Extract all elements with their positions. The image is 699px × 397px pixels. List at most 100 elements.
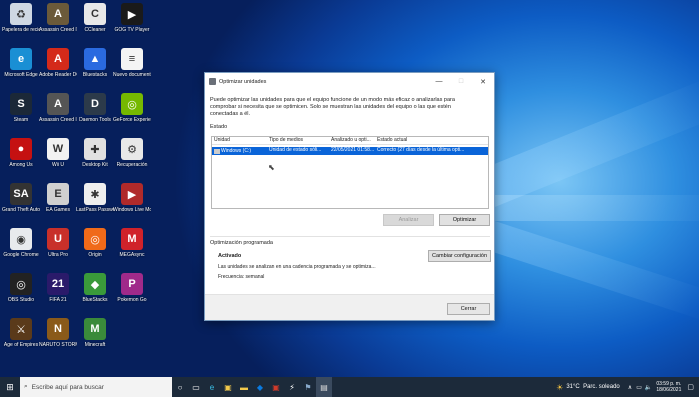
desktop-icon[interactable]: ◎ OBS Studio <box>2 273 40 303</box>
app-icon: C <box>84 3 106 25</box>
app3-taskbar-icon[interactable]: ⚑ <box>300 377 316 397</box>
desktop-icon[interactable]: ♻ Papelera de reciclaje <box>2 3 40 33</box>
status-label: Estado <box>210 124 228 130</box>
desktop-icon[interactable]: E EA Games <box>39 183 77 213</box>
col-drive[interactable]: Unidad <box>212 137 267 144</box>
notifications-icon[interactable]: ▢ <box>687 383 694 391</box>
desktop-icon[interactable]: ≡ Nuevo documento <box>113 48 151 78</box>
scheduled-title: Optimización programada <box>210 240 273 246</box>
status-cell: Correcto (27 días desde la última opti..… <box>377 147 465 153</box>
analyze-button[interactable]: Analizar <box>383 214 434 226</box>
desktop-icon-label: Assassin Creed II <box>39 117 77 123</box>
desktop-icon[interactable]: A Adobe Reader DC <box>39 48 77 78</box>
app-icon: ⚙ <box>121 138 143 160</box>
desktop-icon[interactable]: A Assassin Creed IV <box>39 3 77 33</box>
desktop-icon[interactable]: ◉ Google Chrome <box>2 228 40 258</box>
desktop-icon[interactable]: ⚔ Age of Empires <box>2 318 40 348</box>
defrag-icon <box>209 78 216 85</box>
defrag-taskbar-icon[interactable]: ▤ <box>316 377 332 397</box>
app2-taskbar-icon[interactable]: ⚡ <box>284 377 300 397</box>
desktop-icon[interactable]: ◆ BlueStacks <box>76 273 114 303</box>
app-icon: W <box>47 138 69 160</box>
drive-icon <box>214 148 220 154</box>
cortana-icon[interactable]: ○ <box>172 377 188 397</box>
volume-icon[interactable]: 🔈 <box>645 384 652 391</box>
desktop-icon[interactable]: ✚ Desktop Kit <box>76 138 114 168</box>
desktop-icon-label: Grand Theft Auto SA <box>2 207 40 213</box>
maximize-button[interactable]: □ <box>450 73 472 90</box>
desktop-icon-label: FIFA 21 <box>49 297 67 303</box>
desktop-icon-label: Adobe Reader DC <box>39 72 77 78</box>
desktop-icon[interactable]: e Microsoft Edge <box>2 48 40 78</box>
desktop-icon-label: Daemon Tools <box>79 117 111 123</box>
desktop-icon[interactable]: P Pokemon Go <box>113 273 151 303</box>
scheduled-description: Las unidades se analizan en una cadencia… <box>218 264 376 270</box>
desktop-icon[interactable]: C CCleaner <box>76 3 114 33</box>
minimize-button[interactable]: — <box>428 73 450 90</box>
close-button[interactable]: Cerrar <box>447 303 490 315</box>
desktop-icon-label: Microsoft Edge <box>4 72 38 78</box>
app-icon: A <box>47 3 69 25</box>
col-last-analyzed[interactable]: Analizado u opti... <box>329 137 375 144</box>
taskbar-search[interactable]: ⌕ Escribe aquí para buscar <box>20 377 172 397</box>
desktop-icon[interactable]: M MEGAsync <box>113 228 151 258</box>
desktop-icon[interactable]: ⚙ Recuperación <box>113 138 151 168</box>
desktop-icon-label: Windows Live Movie <box>113 207 151 213</box>
desktop-icon-label: NARUTO STORM <box>39 342 77 348</box>
desktop-icon[interactable]: ✱ LastPass Password <box>76 183 114 213</box>
desktop-icon[interactable]: ▲ Bluestacks <box>76 48 114 78</box>
store-taskbar-icon[interactable]: ▣ <box>220 377 236 397</box>
desktop-icon[interactable]: U Ultra Pro <box>39 228 77 258</box>
desktop-icon-label: LastPass Password <box>76 207 114 213</box>
desktop-icon-label: Steam <box>13 117 29 123</box>
app-icon: e <box>10 48 32 70</box>
col-media-type[interactable]: Tipo de medios <box>267 137 329 144</box>
app-icon: ● <box>10 138 32 160</box>
desktop-icon[interactable]: N NARUTO STORM <box>39 318 77 348</box>
desktop-icon-label: Assassin Creed IV <box>39 27 77 33</box>
app-icon: E <box>47 183 69 205</box>
desktop-icon-label: Nuevo documento <box>113 72 151 78</box>
app-icon: ▲ <box>84 48 106 70</box>
desktop-icon[interactable]: W Wii U <box>39 138 77 168</box>
app-icon: U <box>47 228 69 250</box>
desktop-icon[interactable]: ● Among Us <box>2 138 40 168</box>
tray-chevron-icon[interactable]: ∧ <box>628 384 632 391</box>
app-icon: ▶ <box>121 183 143 205</box>
desktop-icon[interactable]: ▶ Windows Live Movie <box>113 183 151 213</box>
app-taskbar-icon[interactable]: ▣ <box>268 377 284 397</box>
desktop-icon[interactable]: 21 FIFA 21 <box>39 273 77 303</box>
desktop-icon-label: Recuperación <box>116 162 148 168</box>
start-button[interactable]: ⊞ <box>0 377 20 397</box>
file-explorer-icon[interactable]: ▬ <box>236 377 252 397</box>
col-status[interactable]: Estado actual <box>375 137 485 144</box>
app-icon: D <box>84 93 106 115</box>
optimize-drives-window: Optimizar unidades — □ ✕ Puede optimizar… <box>204 72 495 321</box>
close-window-button[interactable]: ✕ <box>472 73 494 90</box>
weather-text[interactable]: 31°C Parc. soleado <box>566 384 619 390</box>
desktop-icon[interactable]: ◎ GeForce Experience <box>113 93 151 123</box>
desktop-icon[interactable]: M Minecraft <box>76 318 114 348</box>
task-view-icon[interactable]: ▭ <box>188 377 204 397</box>
network-icon[interactable]: ▭ <box>636 384 642 391</box>
change-settings-button[interactable]: Cambiar configuración <box>428 250 491 262</box>
clock[interactable]: 03:59 p. m. 18/06/2021 <box>656 381 681 393</box>
app-icon: A <box>47 48 69 70</box>
desktop-icon[interactable]: D Daemon Tools <box>76 93 114 123</box>
desktop-icon[interactable]: ◎ Origin <box>76 228 114 258</box>
desktop-icon[interactable]: ▶ GOG TV Player <box>113 3 151 33</box>
drives-list[interactable]: Unidad Tipo de medios Analizado u opti..… <box>211 136 489 209</box>
desktop-icon-label: Pokemon Go <box>117 297 147 303</box>
desktop-icon-label: Origin <box>88 252 102 258</box>
desktop-icon[interactable]: S Steam <box>2 93 40 123</box>
optimize-button[interactable]: Optimizar <box>439 214 490 226</box>
app-icon: 21 <box>47 273 69 295</box>
window-titlebar[interactable]: Optimizar unidades — □ ✕ <box>205 73 494 90</box>
edge-taskbar-icon[interactable]: e <box>204 377 220 397</box>
desktop-icon[interactable]: A Assassin Creed II <box>39 93 77 123</box>
app-icon: P <box>121 273 143 295</box>
dropbox-icon[interactable]: ◆ <box>252 377 268 397</box>
desktop-icon[interactable]: SA Grand Theft Auto SA <box>2 183 40 213</box>
drive-row[interactable]: Windows (C:) Unidad de estado sóli... 22… <box>212 147 488 155</box>
app-icon: ◉ <box>10 228 32 250</box>
